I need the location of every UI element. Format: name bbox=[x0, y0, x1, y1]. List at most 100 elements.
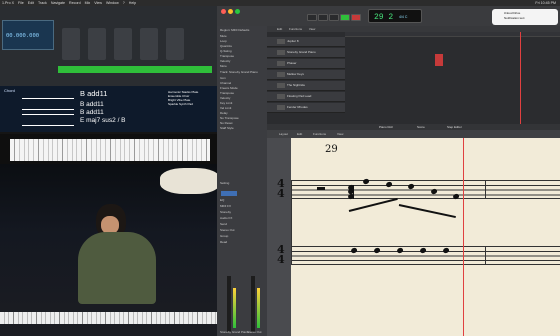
menu-misc[interactable]: ? bbox=[123, 1, 125, 5]
time-signature: 4 4 bbox=[273, 178, 285, 199]
inspector-item[interactable]: More bbox=[220, 64, 227, 68]
channel-name: Stoneby Grand Piano bbox=[220, 330, 249, 334]
knob-5[interactable] bbox=[166, 28, 184, 60]
track-row[interactable]: Phaser bbox=[267, 59, 345, 69]
track-icon bbox=[277, 83, 285, 88]
time-signature: 4 4 bbox=[273, 244, 285, 265]
slot-label[interactable]: EQ bbox=[220, 198, 224, 202]
tracks-edit-menu[interactable]: Edit bbox=[277, 27, 282, 31]
menu-help[interactable]: Help bbox=[129, 1, 136, 5]
patch-list: Harmonic Stacks Plate Ensemble Choir Bri… bbox=[168, 90, 214, 106]
close-icon[interactable] bbox=[221, 9, 226, 14]
record-button[interactable] bbox=[351, 14, 361, 21]
knob-3[interactable] bbox=[114, 28, 132, 60]
menu-mix[interactable]: Mix bbox=[85, 1, 91, 5]
track-icon bbox=[277, 39, 285, 44]
fader-stereo-out[interactable] bbox=[251, 276, 255, 332]
patch-item[interactable]: Sparkle Synth Pad bbox=[168, 102, 214, 106]
inspector-item[interactable]: Loop bbox=[220, 39, 227, 43]
editor-layout-menu[interactable]: Layout bbox=[279, 130, 288, 138]
mainstage-panel: 00.000.000 bbox=[0, 6, 217, 86]
webcam-video bbox=[0, 164, 217, 336]
menu-view[interactable]: View bbox=[94, 1, 102, 5]
knob-4[interactable] bbox=[140, 28, 158, 60]
inspector-item[interactable]: Transpose bbox=[220, 54, 234, 58]
note-stem bbox=[353, 185, 354, 199]
track-row[interactable]: Stoneby Grand Piano bbox=[267, 48, 345, 58]
inspector-item[interactable]: Q-Swing bbox=[220, 49, 232, 53]
score-page[interactable]: 29 4 4 4 4 bbox=[277, 138, 560, 336]
stop-button[interactable] bbox=[329, 14, 339, 21]
editor-view-menu[interactable]: View bbox=[337, 130, 343, 138]
slot-label[interactable]: Read bbox=[220, 240, 227, 244]
score-inspector bbox=[267, 138, 291, 336]
slot-label[interactable]: Stoneby bbox=[220, 210, 231, 214]
track-row[interactable]: Fender Rhodes bbox=[267, 103, 345, 113]
menu-window[interactable]: Window bbox=[106, 1, 119, 5]
jacket bbox=[78, 232, 156, 304]
inspector-item[interactable]: Channel bbox=[220, 81, 231, 85]
fader-channel[interactable] bbox=[227, 276, 231, 332]
inspector-item[interactable]: Mute bbox=[220, 34, 227, 38]
measure-number: 29 bbox=[325, 144, 338, 155]
knob-2[interactable] bbox=[88, 28, 106, 60]
slot-label[interactable]: Stereo Out bbox=[220, 228, 235, 232]
slot-label[interactable]: Group bbox=[220, 234, 228, 238]
inspector-item[interactable]: No Transpose bbox=[220, 116, 239, 120]
rewind-button[interactable] bbox=[307, 14, 317, 21]
inspector-item[interactable]: Velocity bbox=[220, 96, 230, 100]
inspector-item[interactable]: Track: Stoneby Grand Piano bbox=[220, 70, 258, 74]
play-button[interactable] bbox=[340, 14, 350, 21]
forward-button[interactable] bbox=[318, 14, 328, 21]
bass-staff bbox=[22, 114, 74, 126]
signature-display: 4/4 C bbox=[399, 15, 408, 19]
inspector-item[interactable]: Velocity bbox=[220, 59, 230, 63]
menu-navigate[interactable]: Navigate bbox=[51, 1, 65, 5]
track-row[interactable]: Mellow Keys bbox=[267, 70, 345, 80]
editor-edit-menu[interactable]: Edit bbox=[297, 130, 302, 138]
inspector-item[interactable]: Region: MIDI Defaults bbox=[220, 28, 249, 32]
level-bar bbox=[58, 66, 212, 73]
knob-1[interactable] bbox=[62, 28, 80, 60]
editor-menubar: Layout Edit Functions View bbox=[267, 130, 560, 138]
tracks-view-menu[interactable]: View bbox=[309, 27, 315, 31]
treble-staff bbox=[291, 180, 560, 199]
instrument-slot[interactable] bbox=[221, 191, 237, 196]
inspector-item[interactable]: Key Limit bbox=[220, 101, 232, 105]
inspector-item[interactable]: Quantize bbox=[220, 44, 232, 48]
slot-label[interactable]: Send bbox=[220, 222, 227, 226]
menu-edit[interactable]: Edit bbox=[28, 1, 34, 5]
physical-keyboard bbox=[0, 312, 217, 324]
track-row[interactable]: Jupiter 8 bbox=[267, 37, 345, 47]
inspector-item[interactable]: Transpose bbox=[220, 91, 234, 95]
control-bar: 29 2 4/4 C iCloud Drive Notification tex… bbox=[217, 6, 560, 26]
zoom-icon[interactable] bbox=[235, 9, 240, 14]
notification-banner[interactable]: iCloud Drive Notification text bbox=[492, 9, 558, 25]
menu-record[interactable]: Record bbox=[69, 1, 81, 5]
inspector-item[interactable]: Vel Limit bbox=[220, 106, 231, 110]
menu-file[interactable]: File bbox=[18, 1, 24, 5]
inspector-item[interactable]: Freeze Mode bbox=[220, 86, 238, 90]
bar-ruler[interactable] bbox=[345, 32, 560, 37]
inspector-item[interactable]: No Reset bbox=[220, 121, 233, 125]
slot-label[interactable]: Setting bbox=[220, 181, 229, 185]
slot-label[interactable]: MIDI FX bbox=[220, 204, 231, 208]
lamp-shade bbox=[160, 168, 217, 194]
track-name: Jupiter 8 bbox=[287, 39, 299, 43]
inspector-item[interactable]: Staff Style bbox=[220, 126, 234, 130]
playhead[interactable] bbox=[520, 32, 521, 124]
midi-region[interactable] bbox=[435, 54, 443, 66]
menu-track[interactable]: Track bbox=[38, 1, 47, 5]
minimize-icon[interactable] bbox=[228, 9, 233, 14]
keyboard-keys bbox=[10, 139, 210, 161]
inspector-item[interactable]: Icon bbox=[220, 76, 226, 80]
slot-label[interactable]: Audio FX bbox=[220, 216, 232, 220]
track-row[interactable]: The Nightride bbox=[267, 81, 345, 91]
editor-functions-menu[interactable]: Functions bbox=[313, 130, 326, 138]
menu-app[interactable]: 1.Pro X bbox=[2, 1, 14, 5]
inspector-item[interactable]: Delay bbox=[220, 111, 228, 115]
track-row[interactable]: Floating Pad Lead bbox=[267, 92, 345, 102]
score-playhead[interactable] bbox=[463, 138, 464, 336]
tracks-functions-menu[interactable]: Functions bbox=[289, 27, 302, 31]
window-controls bbox=[221, 9, 240, 14]
